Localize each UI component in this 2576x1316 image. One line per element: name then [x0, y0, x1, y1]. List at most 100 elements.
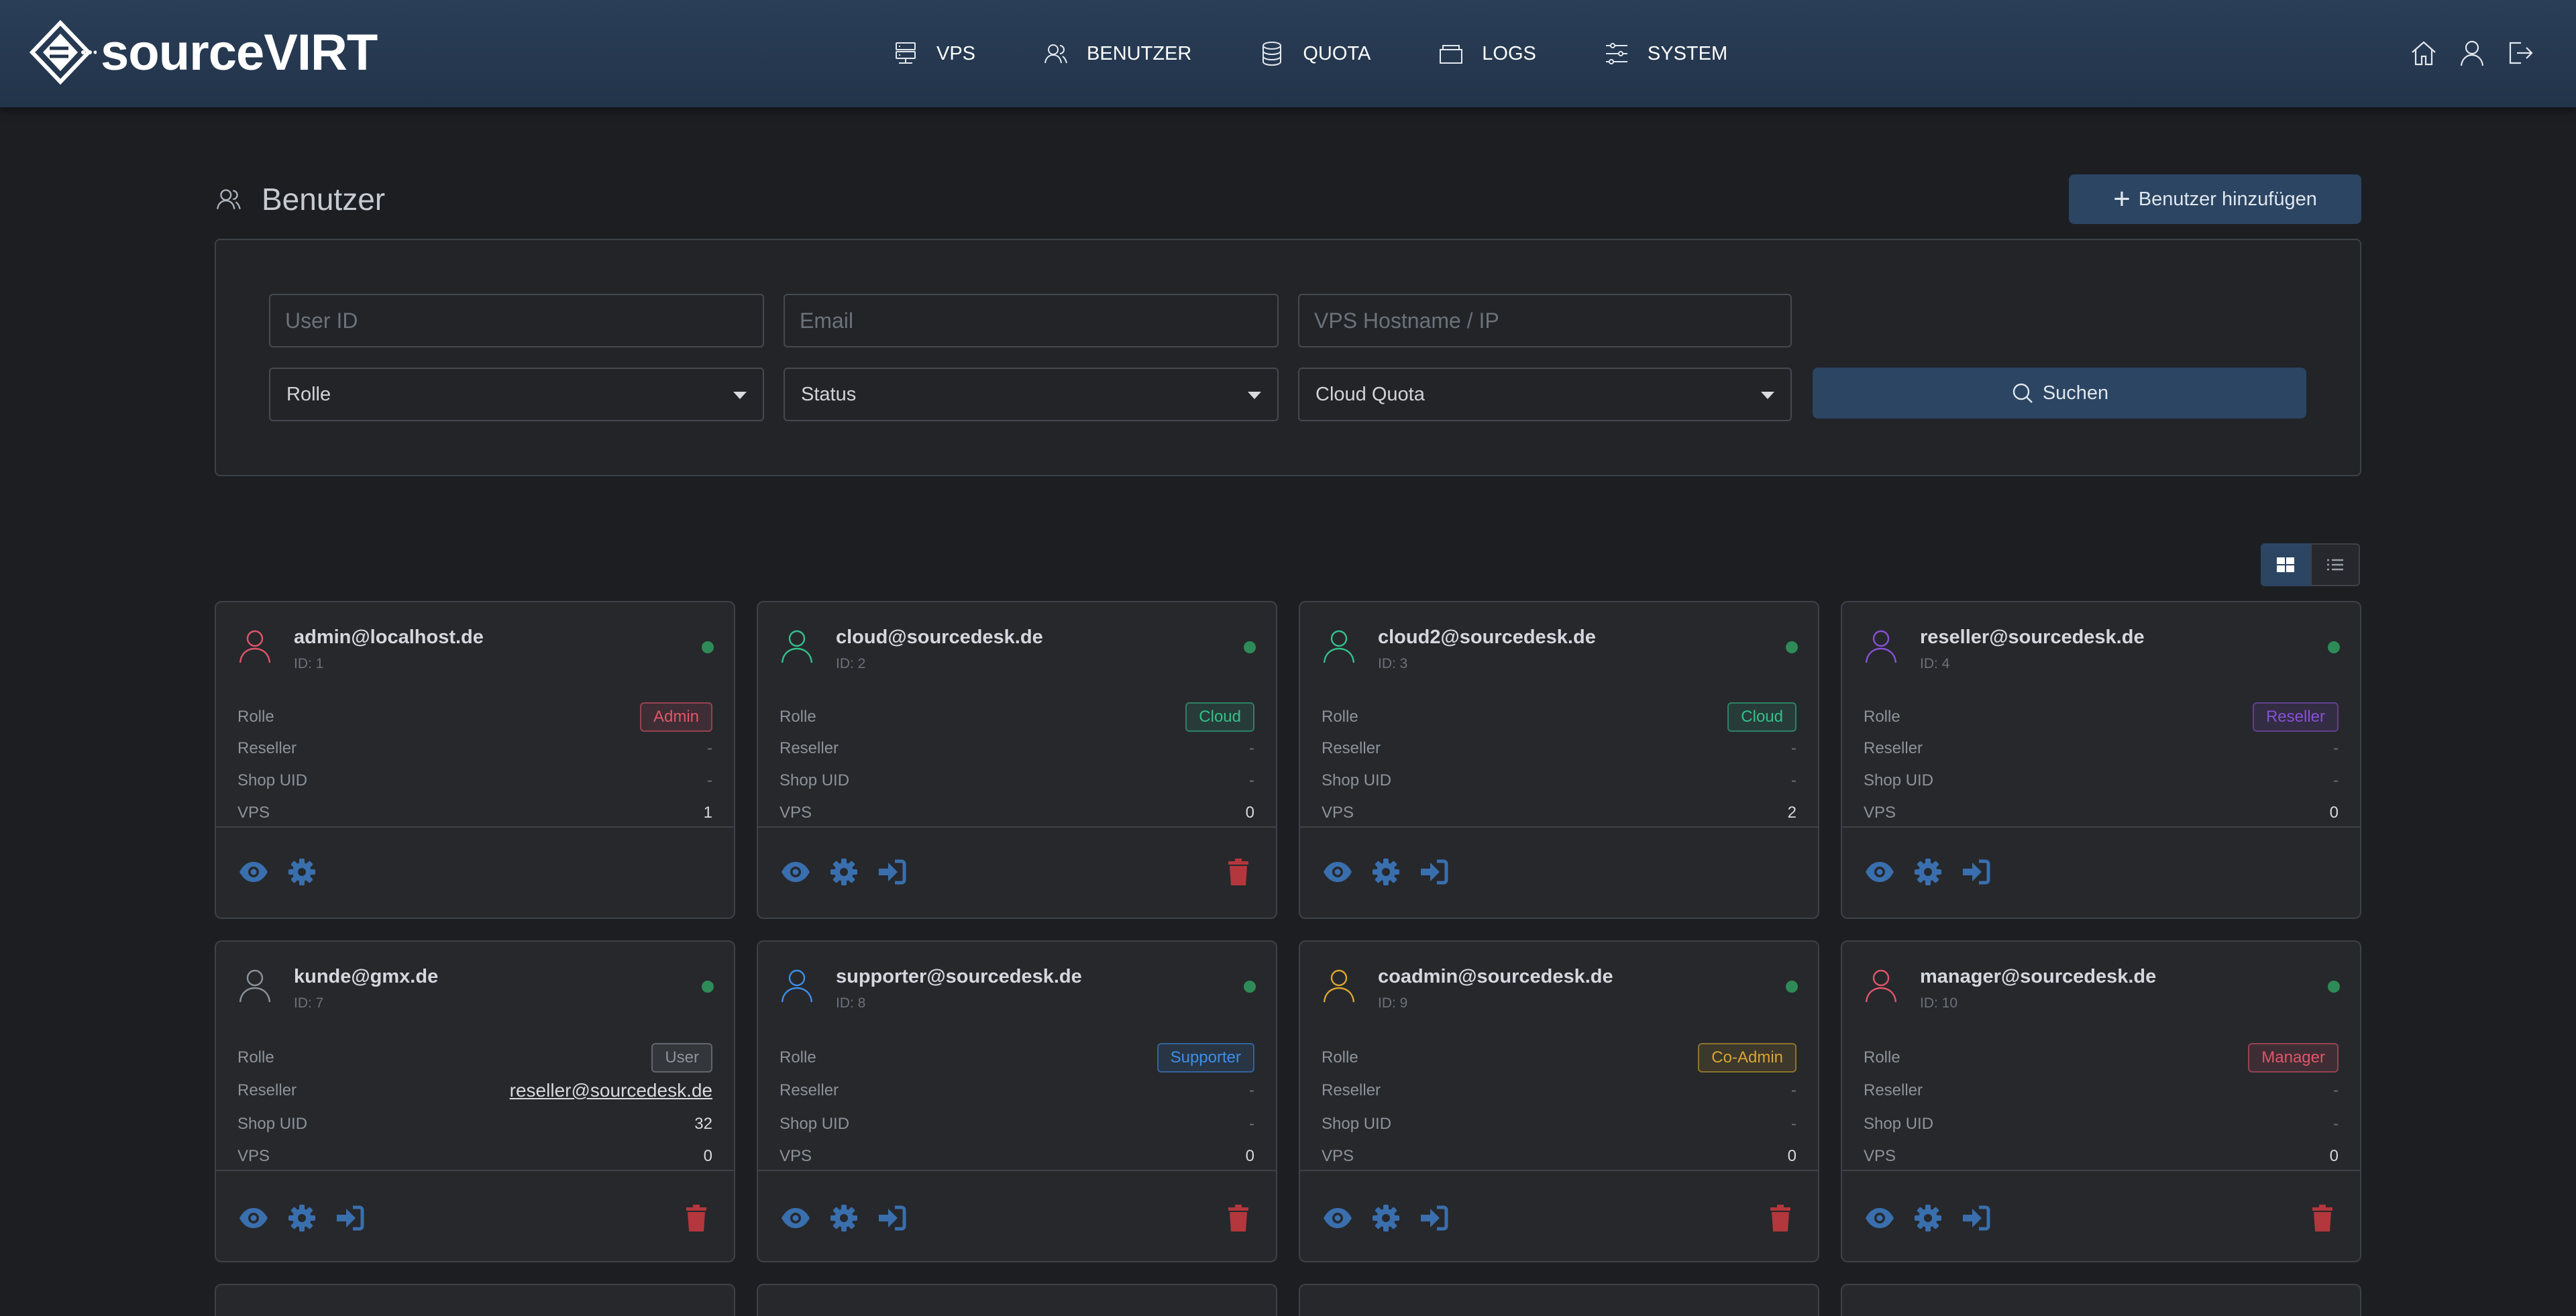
- shop-uid-label: Shop UID: [1322, 1115, 1392, 1133]
- login-as-user-button[interactable]: [1418, 1202, 1450, 1234]
- reseller-row: Reseller -: [780, 1077, 1254, 1104]
- edit-user-button[interactable]: [286, 856, 318, 888]
- edit-user-button[interactable]: [828, 856, 860, 888]
- card-divider: [216, 826, 734, 828]
- view-user-button[interactable]: [1322, 1202, 1354, 1234]
- reseller-link[interactable]: reseller@sourcedesk.de: [510, 1080, 712, 1101]
- user-card: cloud@sourcedesk.de ID: 2 Rolle Cloud Re…: [757, 601, 1277, 919]
- sliders-icon: [1605, 43, 1627, 64]
- view-user-button[interactable]: [237, 856, 270, 888]
- role-row: Rolle User: [237, 1041, 712, 1075]
- add-user-button[interactable]: + Benutzer hinzufügen: [2069, 174, 2361, 224]
- nav-logs[interactable]: LOGS: [1438, 40, 1536, 67]
- delete-user-button[interactable]: [680, 1202, 712, 1234]
- user-card: cloud2@sourcedesk.de ID: 3 Rolle Cloud R…: [1299, 601, 1819, 919]
- user-id: ID: 10: [1920, 995, 1958, 1011]
- shop-uid-row: Shop UID -: [237, 767, 712, 794]
- user-card: [1841, 1284, 2361, 1316]
- delete-user-button[interactable]: [1764, 1202, 1796, 1234]
- vps-row: VPS 0: [780, 1143, 1254, 1170]
- shop-uid-label: Shop UID: [780, 1115, 850, 1133]
- reseller-label: Reseller: [1864, 1081, 1923, 1099]
- role-badge: Co-Admin: [1698, 1043, 1796, 1073]
- view-user-button[interactable]: [1322, 856, 1354, 888]
- role-row: Rolle Reseller: [1864, 700, 2339, 734]
- shop-uid-value: -: [1791, 1115, 1796, 1133]
- vps-count: 1: [703, 804, 712, 822]
- brand-name: sourceVIRT: [101, 23, 378, 81]
- view-user-button[interactable]: [1864, 856, 1896, 888]
- edit-user-button[interactable]: [1912, 856, 1944, 888]
- user-id: ID: 9: [1378, 995, 1408, 1011]
- eye-icon: [1866, 862, 1894, 882]
- nav-system[interactable]: SYSTEM: [1603, 40, 1727, 67]
- vps-row: VPS 0: [780, 800, 1254, 826]
- logout-button[interactable]: [2505, 38, 2536, 68]
- list-view-button[interactable]: [2310, 543, 2360, 586]
- edit-user-button[interactable]: [1370, 856, 1402, 888]
- status-indicator: [1244, 981, 1256, 993]
- user-avatar-icon: [1865, 630, 1897, 663]
- login-as-user-button[interactable]: [334, 1202, 366, 1234]
- status-select-value: Status: [801, 383, 857, 405]
- view-user-button[interactable]: [1864, 1202, 1896, 1234]
- nav-vps[interactable]: VPS: [892, 40, 975, 67]
- reseller-row: Reseller -: [1864, 1077, 2339, 1104]
- user-id: ID: 1: [294, 656, 324, 671]
- nav-quota[interactable]: QUOTA: [1258, 40, 1371, 67]
- login-as-user-button[interactable]: [1960, 1202, 1992, 1234]
- search-button[interactable]: Suchen: [1813, 368, 2306, 419]
- edit-user-button[interactable]: [286, 1202, 318, 1234]
- reseller-row: Reseller -: [237, 735, 712, 762]
- delete-user-button[interactable]: [1222, 1202, 1254, 1234]
- profile-button[interactable]: [2457, 38, 2487, 68]
- login-as-user-button[interactable]: [876, 1202, 908, 1234]
- home-button[interactable]: [2408, 38, 2439, 68]
- shop-uid-row: Shop UID 32: [237, 1111, 712, 1138]
- user-id-input[interactable]: [269, 294, 764, 347]
- logout-icon: [2509, 42, 2533, 64]
- main-nav: VPS BENUTZER QUOTA LOGS SYSTEM: [892, 35, 1794, 72]
- grid-view-button[interactable]: [2261, 543, 2310, 586]
- login-as-user-button[interactable]: [876, 856, 908, 888]
- role-select[interactable]: Rolle: [269, 368, 764, 421]
- reseller-value: -: [1249, 739, 1254, 757]
- user-email: supporter@sourcedesk.de: [836, 966, 1082, 987]
- login-as-user-button[interactable]: [1418, 856, 1450, 888]
- email-input[interactable]: [784, 294, 1279, 347]
- reseller-row: Reseller reseller@sourcedesk.de: [237, 1077, 712, 1104]
- cloud-quota-select[interactable]: Cloud Quota: [1298, 368, 1792, 421]
- role-row: Rolle Cloud: [1322, 700, 1796, 734]
- edit-user-button[interactable]: [1370, 1202, 1402, 1234]
- login-as-user-button[interactable]: [1960, 856, 1992, 888]
- status-indicator: [1786, 641, 1798, 653]
- shop-uid-row: Shop UID -: [780, 1111, 1254, 1138]
- view-user-button[interactable]: [780, 856, 812, 888]
- delete-user-button[interactable]: [2306, 1202, 2339, 1234]
- eye-icon: [239, 862, 268, 882]
- nav-benutzer[interactable]: BENUTZER: [1042, 40, 1191, 67]
- shop-uid-value: -: [2333, 1115, 2339, 1133]
- card-divider: [1300, 826, 1818, 828]
- folder-icon: [1440, 45, 1463, 64]
- view-user-button[interactable]: [237, 1202, 270, 1234]
- brand-logo[interactable]: sourceVIRT: [30, 20, 378, 85]
- login-icon: [1421, 1205, 1448, 1231]
- card-actions: [1322, 853, 1796, 891]
- edit-user-button[interactable]: [1912, 1202, 1944, 1234]
- user-avatar-icon: [1323, 630, 1355, 663]
- status-select[interactable]: Status: [784, 368, 1279, 421]
- view-user-button[interactable]: [780, 1202, 812, 1234]
- vps-row: VPS 2: [1322, 800, 1796, 826]
- reseller-row: Reseller -: [1322, 1077, 1796, 1104]
- edit-user-button[interactable]: [828, 1202, 860, 1234]
- role-label: Rolle: [1322, 708, 1358, 726]
- reseller-value: -: [2333, 739, 2339, 757]
- user-avatar: [1320, 626, 1358, 664]
- delete-user-button[interactable]: [1222, 856, 1254, 888]
- role-badge: User: [651, 1043, 712, 1073]
- vps-count: 0: [1245, 1147, 1254, 1165]
- role-label: Rolle: [237, 708, 274, 726]
- vps-hostname-input[interactable]: [1298, 294, 1792, 347]
- gear-icon: [288, 859, 315, 885]
